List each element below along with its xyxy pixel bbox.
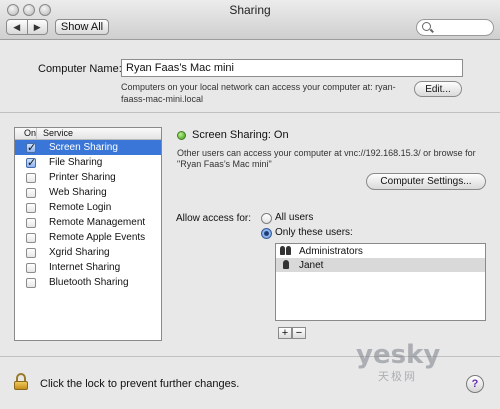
service-label: File Sharing xyxy=(49,157,103,168)
computer-name-label: Computer Name: xyxy=(38,63,122,75)
add-user-button[interactable]: + xyxy=(278,327,292,339)
service-checkbox[interactable] xyxy=(26,277,36,288)
watermark-sub: 天极网 xyxy=(378,371,417,383)
service-label: Remote Management xyxy=(49,217,146,228)
user-row-administrators[interactable]: Administrators xyxy=(276,244,485,258)
service-checkbox[interactable] xyxy=(26,187,36,198)
forward-arrow-icon: ▶ xyxy=(33,21,41,32)
back-button[interactable]: ◀ xyxy=(7,20,27,34)
user-row-janet[interactable]: Janet xyxy=(276,258,485,272)
service-row-remote-apple-events[interactable]: Remote Apple Events xyxy=(15,230,161,245)
service-row-xgrid-sharing[interactable]: Xgrid Sharing xyxy=(15,245,161,260)
service-checkbox[interactable] xyxy=(26,217,36,228)
service-label: Remote Login xyxy=(49,202,112,213)
forward-button[interactable]: ▶ xyxy=(26,20,48,34)
service-checkbox[interactable] xyxy=(26,156,36,169)
service-row-file-sharing[interactable]: File Sharing xyxy=(15,155,161,170)
services-list: On Service Screen Sharing File Sharing P… xyxy=(14,127,162,341)
watermark-main: yesky xyxy=(356,340,441,370)
service-info: Other users can access your computer at … xyxy=(177,148,476,169)
service-row-bluetooth-sharing[interactable]: Bluetooth Sharing xyxy=(15,275,161,290)
service-row-web-sharing[interactable]: Web Sharing xyxy=(15,185,161,200)
help-button[interactable]: ? xyxy=(466,375,484,393)
lock-instruction: Click the lock to prevent further change… xyxy=(40,378,240,390)
all-users-label[interactable]: All users xyxy=(275,212,313,223)
service-checkbox[interactable] xyxy=(26,232,36,243)
group-icon xyxy=(280,246,293,256)
lock-icon[interactable] xyxy=(14,373,28,390)
services-header: On Service xyxy=(15,128,161,140)
search-icon xyxy=(422,22,431,31)
user-name: Janet xyxy=(299,259,324,271)
service-row-internet-sharing[interactable]: Internet Sharing xyxy=(15,260,161,275)
computer-name-input[interactable]: Ryan Faas’s Mac mini xyxy=(121,59,463,77)
service-checkbox[interactable] xyxy=(26,262,36,273)
title-bar: Sharing ◀ ▶ Show All xyxy=(0,0,500,40)
window-title: Sharing xyxy=(229,3,271,17)
only-these-users-radio[interactable] xyxy=(261,228,272,239)
service-label: Web Sharing xyxy=(49,187,107,198)
allow-access-label: Allow access for: xyxy=(176,213,252,224)
service-label: Remote Apple Events xyxy=(49,232,146,243)
status-indicator-icon xyxy=(177,131,186,140)
back-forward-control: ◀ ▶ xyxy=(6,19,48,35)
edit-button[interactable]: Edit... xyxy=(414,81,462,97)
service-label: Screen Sharing xyxy=(49,142,118,153)
user-icon xyxy=(280,260,293,270)
service-checkbox[interactable] xyxy=(26,141,36,154)
only-these-users-label[interactable]: Only these users: xyxy=(275,227,353,238)
service-row-printer-sharing[interactable]: Printer Sharing xyxy=(15,170,161,185)
service-label: Xgrid Sharing xyxy=(49,247,110,258)
computer-name-description: Computers on your local network can acce… xyxy=(121,82,396,104)
service-checkbox[interactable] xyxy=(26,172,36,183)
watermark-logo: yesky 天极网 xyxy=(356,340,466,383)
service-label: Internet Sharing xyxy=(49,262,121,273)
user-name: Administrators xyxy=(299,245,363,257)
divider xyxy=(0,112,500,113)
back-arrow-icon: ◀ xyxy=(13,21,21,32)
service-row-screen-sharing[interactable]: Screen Sharing xyxy=(15,140,161,155)
service-row-remote-management[interactable]: Remote Management xyxy=(15,215,161,230)
remove-user-button[interactable]: − xyxy=(292,327,306,339)
service-checkbox[interactable] xyxy=(26,202,36,213)
all-users-radio[interactable] xyxy=(261,213,272,224)
show-all-button[interactable]: Show All xyxy=(55,19,109,35)
sharing-window: Sharing ◀ ▶ Show All Computer Name: Ryan… xyxy=(0,0,500,409)
computer-settings-button[interactable]: Computer Settings... xyxy=(366,173,486,190)
service-column-header[interactable]: Service xyxy=(37,128,73,139)
service-checkbox[interactable] xyxy=(26,247,36,258)
service-status: Screen Sharing: On xyxy=(192,129,289,141)
service-label: Printer Sharing xyxy=(49,172,116,183)
service-row-remote-login[interactable]: Remote Login xyxy=(15,200,161,215)
search-field[interactable] xyxy=(416,19,494,36)
lock-body xyxy=(14,381,28,390)
on-column-header[interactable]: On xyxy=(15,128,37,139)
service-label: Bluetooth Sharing xyxy=(49,277,129,288)
allowed-users-list: Administrators Janet xyxy=(275,243,486,321)
